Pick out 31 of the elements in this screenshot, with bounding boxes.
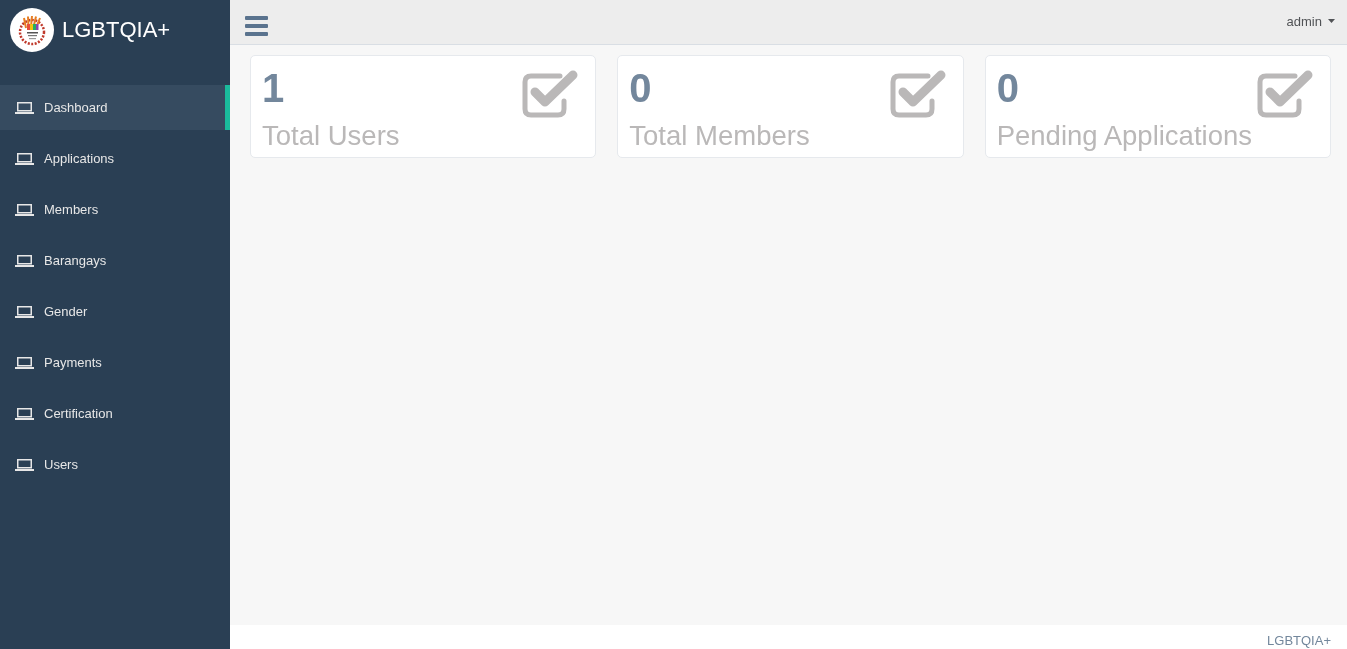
sidebar-item[interactable]: Gender xyxy=(0,289,230,334)
sidebar-item[interactable]: Members xyxy=(0,187,230,232)
laptop-icon xyxy=(15,203,34,216)
checkbox-tick-icon xyxy=(522,70,579,118)
laptop-icon xyxy=(15,254,34,267)
laptop-icon xyxy=(15,152,34,165)
stat-label: Total Users xyxy=(262,120,400,153)
laptop-icon xyxy=(15,101,34,114)
checkbox-tick-icon xyxy=(1257,70,1313,118)
footer-text: LGBTQIA+ xyxy=(1267,632,1331,648)
seal-logo-icon xyxy=(10,8,54,52)
sidebar-item[interactable]: Dashboard xyxy=(0,85,230,130)
stat-count: 1 xyxy=(262,66,285,110)
laptop-icon xyxy=(15,407,34,420)
laptop-icon xyxy=(15,305,34,318)
stat-count: 0 xyxy=(996,66,1019,110)
laptop-icon xyxy=(15,458,34,471)
menu-icon[interactable] xyxy=(245,16,268,36)
brand-title: LGBTQIA+ xyxy=(62,17,171,43)
stat-count: 0 xyxy=(629,66,652,110)
sidebar-item[interactable]: Users xyxy=(0,442,230,487)
sidebar-item[interactable]: Payments xyxy=(0,340,230,385)
sidebar-item[interactable]: Certification xyxy=(0,391,230,436)
caret-icon xyxy=(1328,19,1335,23)
laptop-icon xyxy=(15,356,34,369)
sidebar-item[interactable]: Applications xyxy=(0,136,230,181)
sidebar-item[interactable]: Barangays xyxy=(0,238,230,283)
user-menu[interactable]: admin xyxy=(1286,13,1335,29)
checkbox-tick-icon xyxy=(889,70,946,118)
stat-label: Total Members xyxy=(629,120,810,153)
stat-label: Pending Applications xyxy=(996,120,1252,153)
